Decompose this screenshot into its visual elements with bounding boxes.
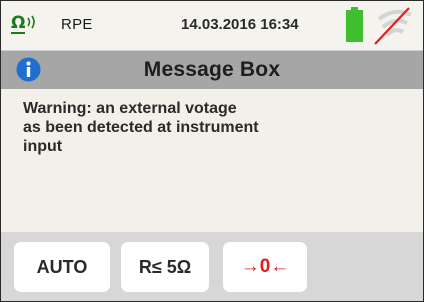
wifi-disabled-icon — [374, 7, 411, 45]
softkey-bar: AUTO R≤ 5Ω →0← — [1, 232, 423, 301]
message-box-title-bar: Message Box — [1, 51, 423, 89]
message-line: as been detected at instrument — [23, 119, 259, 136]
message-box-title: Message Box — [143, 58, 281, 81]
signal-waves-icon — [27, 15, 36, 28]
instrument-screen: Ω RPE 14.03.2016 16:34 Message Box Warni… — [0, 0, 424, 302]
battery-full-icon — [346, 7, 363, 42]
warning-message: Warning: an external votage as been dete… — [23, 99, 343, 156]
omega-symbol: Ω — [11, 13, 26, 34]
zero-calibration-button[interactable]: →0← — [223, 242, 307, 292]
message-line: Warning: an external votage — [23, 100, 237, 117]
measurement-mode-icon: Ω — [11, 15, 40, 34]
date-time: 14.03.2016 16:34 — [181, 16, 299, 33]
resistance-limit-button[interactable]: R≤ 5Ω — [121, 242, 209, 292]
auto-button[interactable]: AUTO — [14, 242, 110, 292]
message-line: input — [23, 138, 63, 155]
status-bar: Ω RPE 14.03.2016 16:34 — [1, 1, 423, 51]
mode-label: RPE — [61, 16, 93, 33]
